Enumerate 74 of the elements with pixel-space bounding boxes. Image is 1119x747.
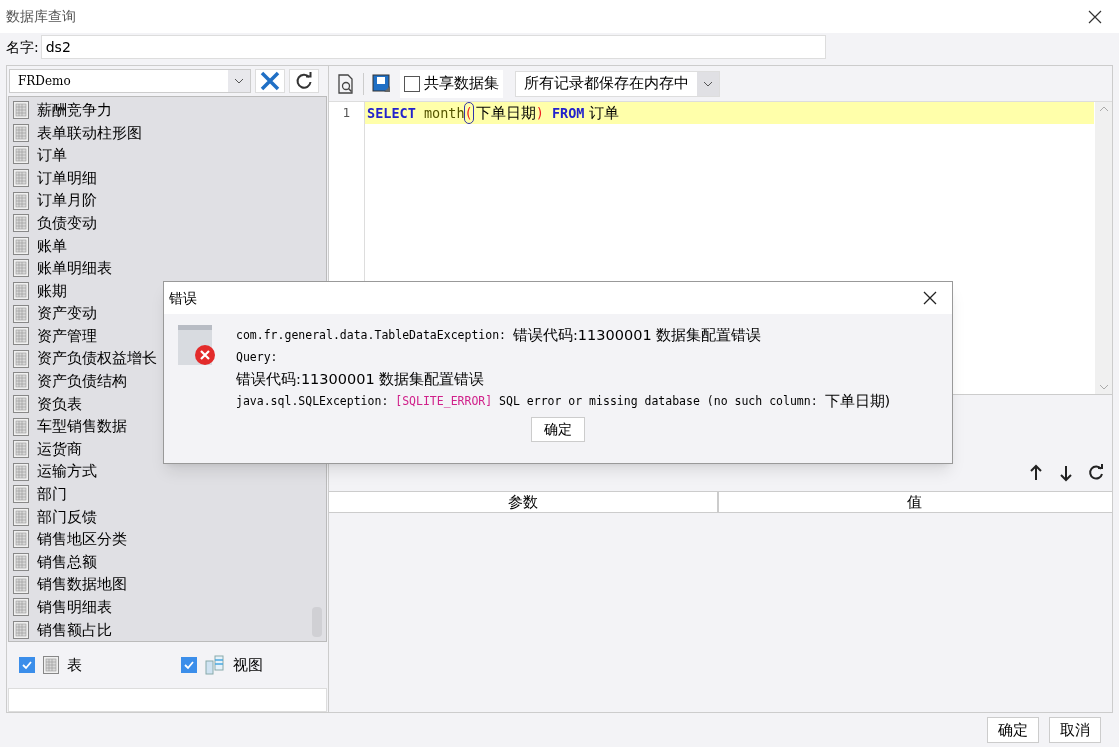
refresh-icon[interactable] — [1088, 464, 1104, 482]
table-icon — [13, 169, 29, 187]
column-header[interactable]: 值 — [719, 492, 1109, 512]
table-icon — [13, 236, 29, 255]
table-list-item[interactable]: 表单联动柱形图 — [9, 121, 306, 145]
filter-label: 表 — [67, 654, 82, 676]
checkbox[interactable] — [181, 657, 197, 674]
table-icon — [13, 191, 29, 210]
connection-select[interactable]: FRDemo — [9, 68, 251, 93]
table-icon — [13, 394, 29, 413]
table-icon — [13, 372, 29, 391]
dialog-button[interactable]: 取消 — [1049, 717, 1101, 743]
table-icon — [43, 656, 59, 675]
checkbox[interactable] — [404, 75, 420, 92]
table-list-item[interactable]: 薪酬竞争力 — [9, 98, 306, 122]
cache-select[interactable]: 所有记录都保存在内存中 — [515, 70, 720, 97]
down-arrow-icon[interactable] — [1058, 464, 1074, 482]
table-icon — [13, 123, 29, 142]
table-icon — [13, 462, 29, 481]
column-header[interactable]: 参数 — [329, 492, 719, 512]
table-list-item[interactable]: 销售总额 — [9, 550, 306, 574]
table-icon — [13, 485, 29, 504]
filter-field[interactable] — [8, 688, 327, 712]
table-icon — [13, 349, 29, 368]
table-icon — [13, 530, 29, 549]
checkbox[interactable] — [19, 657, 35, 674]
up-arrow-icon[interactable] — [1028, 464, 1044, 482]
line-number: 1 — [341, 105, 352, 122]
table-icon — [13, 101, 29, 120]
table-icon — [13, 259, 29, 278]
connection-value: FRDemo — [17, 72, 71, 90]
table-list-item[interactable]: 订单 — [9, 144, 306, 167]
error-message: java.sql.SQLException: [SQLITE_ERROR] SQL error or missing database (no such column: 下单日期) — [236, 392, 891, 412]
table-icon — [13, 575, 29, 594]
window-title: 数据库查询 — [6, 7, 76, 26]
error-icon — [178, 325, 216, 367]
close-icon[interactable] — [1087, 8, 1103, 25]
table-icon — [13, 620, 29, 639]
table-icon — [13, 327, 29, 346]
table-icon — [13, 440, 29, 459]
table-icon — [13, 417, 29, 436]
table-list-item[interactable]: 车型销售数据 — [9, 415, 306, 438]
table-icon — [13, 281, 29, 300]
table-icon — [13, 214, 29, 233]
table-list-item[interactable]: 销售数据地图 — [9, 573, 306, 596]
table-icon — [13, 304, 29, 323]
filter-label: 视图 — [233, 654, 263, 676]
view-icon — [205, 655, 225, 676]
error-message: Query: — [236, 349, 279, 367]
table-list-item[interactable]: 运货商 — [9, 437, 306, 461]
table-list-item[interactable]: 订单明细 — [9, 166, 306, 190]
dialog-button[interactable]: 确定 — [987, 717, 1039, 743]
table-list-item[interactable]: 部门 — [9, 483, 306, 506]
table-icon — [13, 598, 29, 617]
table-list-item[interactable]: 销售额占比 — [9, 618, 306, 642]
table-list-item[interactable]: 订单月阶 — [9, 189, 306, 212]
share-label: 共享数据集 — [424, 73, 499, 95]
dialog-title: 错误 — [169, 288, 197, 308]
table-icon — [13, 146, 29, 165]
close-icon[interactable] — [923, 291, 937, 305]
table-list-item[interactable]: 销售明细表 — [9, 595, 306, 619]
name-field[interactable]: ds2 — [40, 35, 826, 59]
table-list-item[interactable]: 部门反馈 — [9, 505, 306, 529]
table-list-item[interactable]: 销售地区分类 — [9, 528, 306, 551]
ok-button[interactable]: 确定 — [531, 417, 585, 442]
refresh-button[interactable] — [289, 68, 319, 93]
table-list-item[interactable]: 运输方式 — [9, 460, 306, 483]
table-icon — [13, 553, 29, 572]
table-icon — [13, 507, 29, 526]
table-list-item[interactable]: 负债变动 — [9, 211, 306, 235]
table-list-item[interactable]: 账单 — [9, 234, 306, 258]
name-label: 名字: — [6, 37, 39, 57]
table-list-item[interactable]: 账单明细表 — [9, 257, 306, 280]
tools-button[interactable] — [255, 68, 285, 93]
